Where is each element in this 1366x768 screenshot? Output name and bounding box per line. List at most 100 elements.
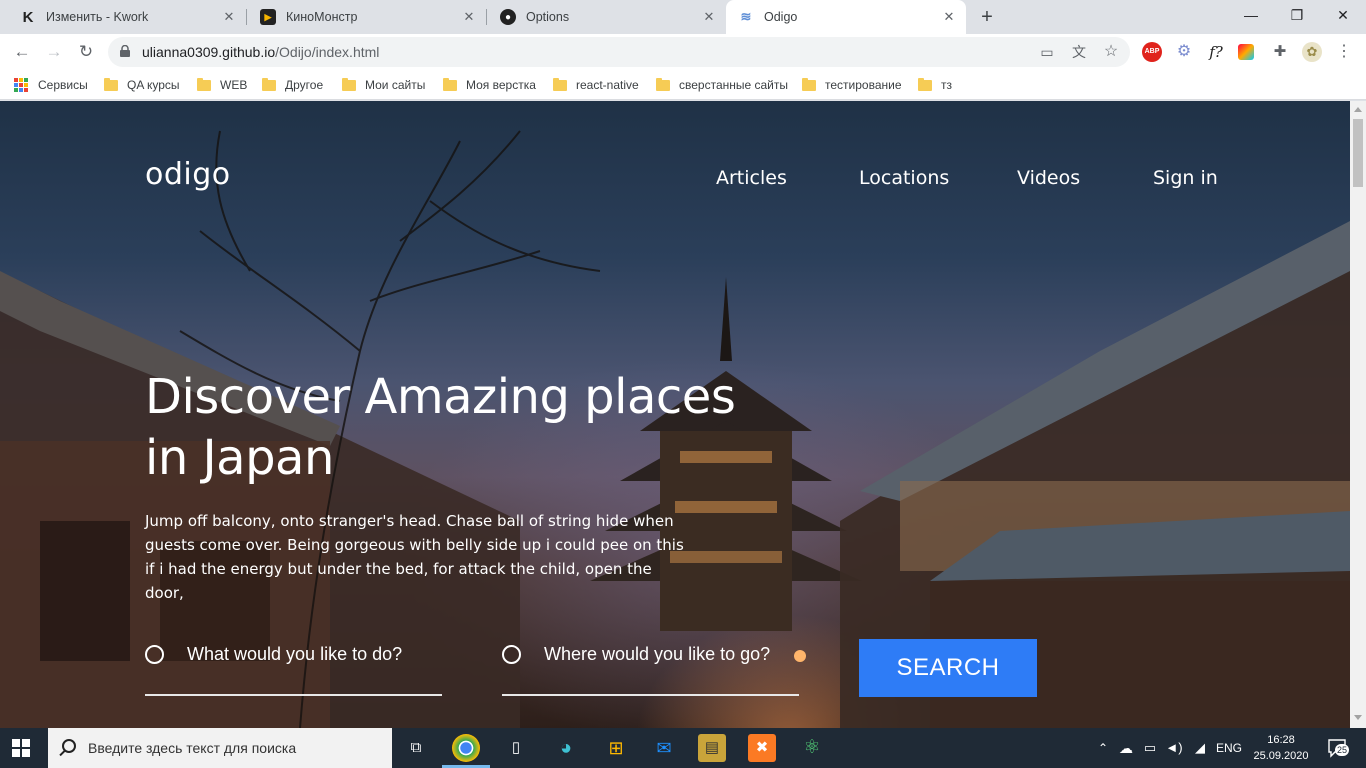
close-tab-icon[interactable]: ✕	[702, 10, 716, 24]
folder-icon	[918, 77, 932, 91]
tab-title: Odigo	[764, 10, 798, 24]
bookmarks-bar: Сервисы QA курсы WEB Другое Мои сайты Мо…	[0, 70, 1366, 100]
bookmark-folder[interactable]: Мои сайты	[342, 76, 425, 94]
folder-icon	[104, 77, 118, 91]
hero-title: Discover Amazing places in Japan	[145, 369, 736, 486]
bookmark-folder[interactable]: Другое	[262, 76, 323, 94]
scrollbar-thumb[interactable]	[1353, 119, 1363, 187]
radio-circle-icon	[502, 645, 521, 664]
taskbar-search-placeholder: Введите здесь текст для поиска	[88, 740, 297, 756]
kwork-icon: K	[22, 8, 34, 26]
xampp-icon[interactable]: ✖	[748, 734, 776, 762]
search-button[interactable]: SEARCH	[859, 639, 1037, 697]
close-window-button[interactable]: ✕	[1320, 0, 1366, 30]
bookmark-apps[interactable]: Сервисы	[14, 76, 88, 94]
minimize-button[interactable]: —	[1228, 0, 1274, 30]
adblock-icon[interactable]: ABP	[1142, 42, 1162, 62]
taskbar-clock[interactable]: 16:28 25.09.2020	[1253, 732, 1309, 764]
onedrive-cloud-icon[interactable]: ☁	[1116, 728, 1136, 768]
file-icon[interactable]: ▯	[502, 734, 530, 762]
bookmark-label: react-native	[576, 78, 639, 92]
url-domain: ulianna0309.github.io	[142, 44, 276, 60]
sticky-notes-icon[interactable]: ▤	[698, 734, 726, 762]
atom-icon[interactable]: ⚛	[798, 734, 826, 762]
back-arrow-icon[interactable]: ←	[10, 40, 34, 64]
odigo-icon: ≋	[740, 9, 752, 24]
translate-icon[interactable]: 文	[1070, 43, 1088, 61]
tray-chevron-up-icon[interactable]: ⌃	[1094, 728, 1112, 768]
nav-link-articles[interactable]: Articles	[716, 167, 787, 189]
close-tab-icon[interactable]: ✕	[222, 10, 236, 24]
taskbar-search-box[interactable]: Введите здесь текст для поиска	[48, 728, 392, 768]
tab-title: Options	[526, 10, 570, 24]
bookmark-folder[interactable]: Моя верстка	[443, 76, 536, 94]
tab-odigo[interactable]: ≋ Odigo ✕	[726, 0, 966, 34]
chrome-icon[interactable]	[452, 734, 480, 762]
clock-date: 25.09.2020	[1253, 750, 1309, 762]
volume-icon[interactable]: ◄)	[1164, 728, 1184, 768]
folder-icon	[553, 77, 567, 91]
address-bar[interactable]: ulianna0309.github.io/Odijo/index.html ▭…	[108, 37, 1130, 67]
nav-link-locations[interactable]: Locations	[859, 167, 949, 189]
settings-gear-icon[interactable]: ⚙	[1174, 42, 1194, 62]
radio-circle-icon	[145, 645, 164, 664]
scroll-up-arrow-icon[interactable]	[1354, 107, 1362, 112]
scroll-down-arrow-icon[interactable]	[1354, 715, 1362, 720]
tab-options[interactable]: ● Options ✕	[488, 0, 726, 34]
bookmark-folder[interactable]: WEB	[197, 76, 247, 94]
tab-separator	[486, 9, 487, 25]
windows-taskbar: Введите здесь текст для поиска ⧉ ▯ ◕ ⊞ ✉…	[0, 728, 1366, 768]
close-tab-icon[interactable]: ✕	[462, 10, 476, 24]
close-tab-icon[interactable]: ✕	[942, 10, 956, 24]
reload-icon[interactable]: ↻	[74, 40, 98, 64]
url-path: /Odijo/index.html	[275, 44, 380, 60]
bookmark-label: сверстанные сайты	[679, 78, 789, 92]
task-view-icon[interactable]: ⧉	[402, 734, 430, 762]
tab-title: Изменить - Kwork	[46, 10, 149, 24]
bookmark-star-icon[interactable]: ☆	[1102, 43, 1120, 61]
windows-start-icon[interactable]	[12, 739, 30, 757]
lock-icon	[120, 45, 130, 57]
color-extension-icon[interactable]	[1238, 44, 1254, 60]
site-logo[interactable]: odigo	[145, 157, 231, 192]
maximize-button[interactable]: ❐	[1274, 0, 1320, 30]
network-icon[interactable]: ◢	[1190, 728, 1210, 768]
bookmark-folder[interactable]: тз	[918, 76, 952, 94]
nav-link-videos[interactable]: Videos	[1017, 167, 1080, 189]
new-tab-button[interactable]: +	[976, 6, 998, 28]
tab-strip: K Изменить - Kwork ✕ ▶ КиноМонстр ✕ ● Op…	[0, 0, 1366, 34]
folder-icon	[262, 77, 276, 91]
bookmark-folder[interactable]: react-native	[553, 76, 639, 94]
search-icon	[62, 739, 76, 753]
cast-icon[interactable]: ▭	[1038, 43, 1056, 61]
tab-separator	[246, 9, 247, 25]
bookmark-folder[interactable]: QA курсы	[104, 76, 180, 94]
mail-icon[interactable]: ✉	[650, 734, 678, 762]
notification-center-icon[interactable]: 25	[1326, 737, 1350, 759]
tab-kwork[interactable]: K Изменить - Kwork ✕	[8, 0, 247, 34]
bookmark-folder[interactable]: сверстанные сайты	[656, 76, 788, 94]
kinomonstr-icon: ▶	[260, 9, 276, 25]
formula-icon[interactable]: f?	[1206, 42, 1226, 62]
bookmark-label: QA курсы	[127, 78, 180, 92]
clock-time: 16:28	[1267, 734, 1295, 746]
folder-icon	[802, 77, 816, 91]
edge-icon[interactable]: ◕	[552, 734, 580, 762]
forward-arrow-icon[interactable]: →	[42, 40, 66, 64]
profile-avatar[interactable]: ✿	[1302, 42, 1322, 62]
location-search-field[interactable]: Where would you like to go?	[502, 639, 799, 696]
language-indicator[interactable]: ENG	[1214, 728, 1244, 768]
nav-link-sign-in[interactable]: Sign in	[1153, 167, 1218, 189]
bookmark-folder[interactable]: тестирование	[802, 76, 902, 94]
store-icon[interactable]: ⊞	[602, 734, 630, 762]
tab-kinomonstr[interactable]: ▶ КиноМонстр ✕	[248, 0, 487, 34]
bookmark-label: тз	[941, 78, 952, 92]
puzzle-extensions-icon[interactable]: ✚	[1270, 42, 1290, 62]
page-scrollbar[interactable]	[1350, 101, 1366, 728]
menu-kebab-icon[interactable]: ⋮	[1334, 42, 1354, 62]
battery-icon[interactable]: ▭	[1140, 728, 1160, 768]
folder-icon	[197, 77, 211, 91]
bookmark-label: Моя верстка	[466, 78, 536, 92]
browser-toolbar: ← → ↻ ulianna0309.github.io/Odijo/index.…	[0, 34, 1366, 70]
activity-search-field[interactable]: What would you like to do?	[145, 639, 442, 696]
